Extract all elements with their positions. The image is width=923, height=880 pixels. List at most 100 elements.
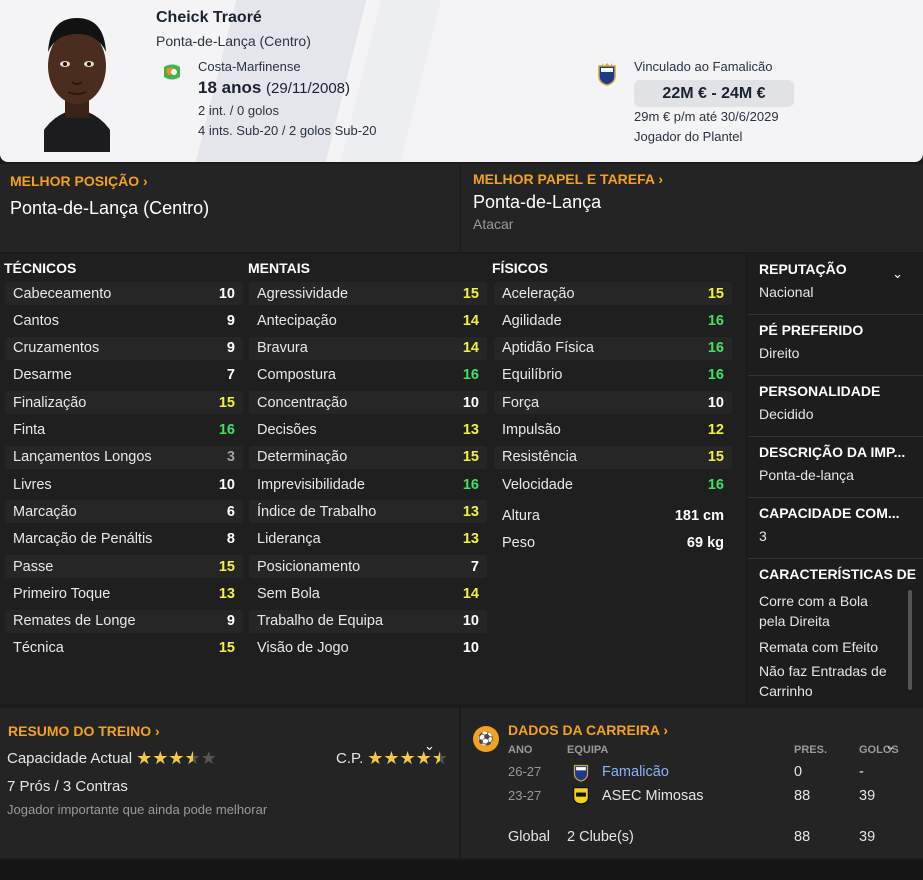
attribute-label: Visão de Jogo <box>257 640 349 657</box>
best-position-title[interactable]: MELHOR POSIÇÃO › <box>10 173 148 189</box>
attribute-row[interactable]: Determinação 15 <box>249 445 487 469</box>
height-value: 181 cm <box>674 507 724 524</box>
attribute-label: Compostura <box>257 367 336 384</box>
attribute-value: 7 <box>470 558 479 575</box>
training-title-text: RESUMO DO TREINO <box>8 723 152 739</box>
attribute-row[interactable]: Lançamentos Longos 3 <box>5 445 243 469</box>
attribute-row[interactable]: Finta 16 <box>5 419 243 442</box>
chevron-down-icon[interactable]: ⌄ <box>892 266 903 282</box>
best-role-value: Ponta-de-Lança <box>473 192 602 212</box>
traits-scrollbar[interactable] <box>908 590 912 690</box>
attribute-row[interactable]: Trabalho de Equipa 10 <box>249 609 487 633</box>
attribute-row[interactable]: Agilidade 16 <box>494 309 732 332</box>
attribute-label: Liderança <box>257 531 321 548</box>
training-summary-panel[interactable]: RESUMO DO TREINO › Capacidade Actual ★ ★ ★… <box>0 708 459 858</box>
year-header: ANO <box>508 744 533 756</box>
attribute-row[interactable]: Primeiro Toque 13 <box>5 582 243 605</box>
attribute-row[interactable]: Liderança 13 <box>249 528 487 551</box>
squad-status: Jogador do Plantel <box>634 129 743 144</box>
preferred-foot-title: PÉ PREFERIDO <box>759 322 864 338</box>
training-note: Jogador importante que ainda pode melhor… <box>7 802 268 817</box>
best-role-panel[interactable]: MELHOR PAPEL E TAREFA › Ponta-de-Lança A… <box>461 164 923 252</box>
career-team[interactable]: ASEC Mimosas <box>602 788 704 804</box>
star-icon: ★ <box>200 748 217 768</box>
attribute-row[interactable]: Posicionamento 7 <box>249 555 487 578</box>
attribute-row[interactable]: Técnica 15 <box>5 637 243 660</box>
career-goals: 39 <box>859 788 876 804</box>
career-title-text: DADOS DA CARREIRA <box>508 722 660 738</box>
attribute-row[interactable]: Remates de Longe 9 <box>5 609 243 633</box>
attribute-label: Concentração <box>257 394 348 411</box>
trait-item: Remata com Efeito <box>759 639 879 655</box>
attribute-row[interactable]: Impulsão 12 <box>494 419 732 442</box>
attribute-value: 16 <box>707 340 724 357</box>
star-icon: ★ <box>367 748 384 768</box>
transfer-value[interactable]: 22M € - 24M € <box>634 80 794 107</box>
attribute-row[interactable]: Antecipação 14 <box>249 309 487 332</box>
current-ability-row: Capacidade Actual ★ ★ ★ ★ ★ <box>7 749 217 767</box>
attribute-label: Velocidade <box>502 476 573 493</box>
attribute-value: 8 <box>226 531 235 548</box>
current-ability-label: Capacidade Actual <box>7 749 133 767</box>
career-title[interactable]: DADOS DA CARREIRA › <box>508 722 668 738</box>
attribute-row[interactable]: Índice de Trabalho 13 <box>249 500 487 524</box>
attribute-row[interactable]: Força 10 <box>494 391 732 415</box>
attribute-row[interactable]: Equilíbrio 16 <box>494 364 732 387</box>
attribute-value: 13 <box>462 422 479 438</box>
chevron-right-icon: › <box>663 722 668 738</box>
attribute-value: 15 <box>218 640 235 657</box>
attribute-value: 14 <box>462 340 479 357</box>
star-icon: ★ <box>136 748 153 768</box>
ability-value: 3 <box>759 528 767 544</box>
attribute-value: 10 <box>218 285 235 302</box>
attribute-value: 10 <box>218 476 235 493</box>
attribute-row[interactable]: Desarme 7 <box>5 364 243 387</box>
attribute-row[interactable]: Livres 10 <box>5 473 243 496</box>
attribute-value: 16 <box>707 312 724 329</box>
attribute-row[interactable]: Finalização 15 <box>5 391 243 415</box>
attribute-row[interactable]: Compostura 16 <box>249 364 487 387</box>
attribute-value: 6 <box>226 503 235 520</box>
career-stats-panel[interactable]: ⚽ DADOS DA CARREIRA › ⌄ ANO EQUIPA PRES.… <box>461 708 923 858</box>
star-icon: ★ <box>383 748 400 768</box>
player-header: Cheick Traoré Ponta-de-Lança (Centro) Co… <box>0 0 923 162</box>
career-team-link[interactable]: Famalicão <box>602 764 669 780</box>
attribute-label: Equilíbrio <box>502 367 563 384</box>
best-position-panel[interactable]: MELHOR POSIÇÃO › Ponta-de-Lança (Centro) <box>0 164 460 252</box>
preferred-foot-value: Direito <box>759 345 800 361</box>
attribute-label: Posicionamento <box>257 558 361 575</box>
ability-block: CAPACIDADE COM... 3 <box>748 498 923 559</box>
current-ability-stars: ★ ★ ★ ★ ★ <box>136 749 217 767</box>
attribute-row[interactable]: Marcação de Penáltis 8 <box>5 528 243 551</box>
best-role-title[interactable]: MELHOR PAPEL E TAREFA › <box>473 171 663 187</box>
reputation-block[interactable]: REPUTAÇÃO ⌄ Nacional <box>748 254 923 315</box>
attribute-row[interactable]: Agressividade 15 <box>249 282 487 305</box>
attribute-row[interactable]: Decisões 13 <box>249 419 487 442</box>
attribute-row[interactable]: Passe 15 <box>5 555 243 578</box>
attribute-row[interactable]: Sem Bola 14 <box>249 582 487 605</box>
star-icon: ★ <box>399 748 416 768</box>
chevron-down-icon[interactable]: ⌄ <box>424 738 435 754</box>
attribute-row[interactable]: Aptidão Física 16 <box>494 336 732 360</box>
attribute-row[interactable]: Imprevisibilidade 16 <box>249 473 487 496</box>
attribute-row[interactable]: Resistência 15 <box>494 445 732 469</box>
training-title[interactable]: RESUMO DO TREINO › <box>8 723 160 739</box>
attribute-value: 16 <box>462 476 479 493</box>
reputation-value: Nacional <box>759 284 814 300</box>
attribute-row[interactable]: Cabeceamento 10 <box>5 282 243 305</box>
attribute-row[interactable]: Aceleração 15 <box>494 282 732 305</box>
best-position-title-text: MELHOR POSIÇÃO <box>10 173 140 189</box>
attribute-row[interactable]: Bravura 14 <box>249 336 487 360</box>
attribute-row[interactable]: Cruzamentos 9 <box>5 336 243 360</box>
birth-date: (29/11/2008) <box>266 80 350 97</box>
weight-value: 69 kg <box>686 534 724 551</box>
attribute-row[interactable]: Visão de Jogo 10 <box>249 637 487 660</box>
attribute-row[interactable]: Marcação 6 <box>5 500 243 524</box>
footer-bar <box>0 860 923 880</box>
attribute-value: 10 <box>462 613 479 630</box>
attribute-row[interactable]: Velocidade 16 <box>494 473 732 496</box>
attribute-row[interactable]: Cantos 9 <box>5 309 243 332</box>
attribute-label: Bravura <box>257 340 308 357</box>
attribute-label: Antecipação <box>257 312 337 329</box>
attribute-row[interactable]: Concentração 10 <box>249 391 487 415</box>
